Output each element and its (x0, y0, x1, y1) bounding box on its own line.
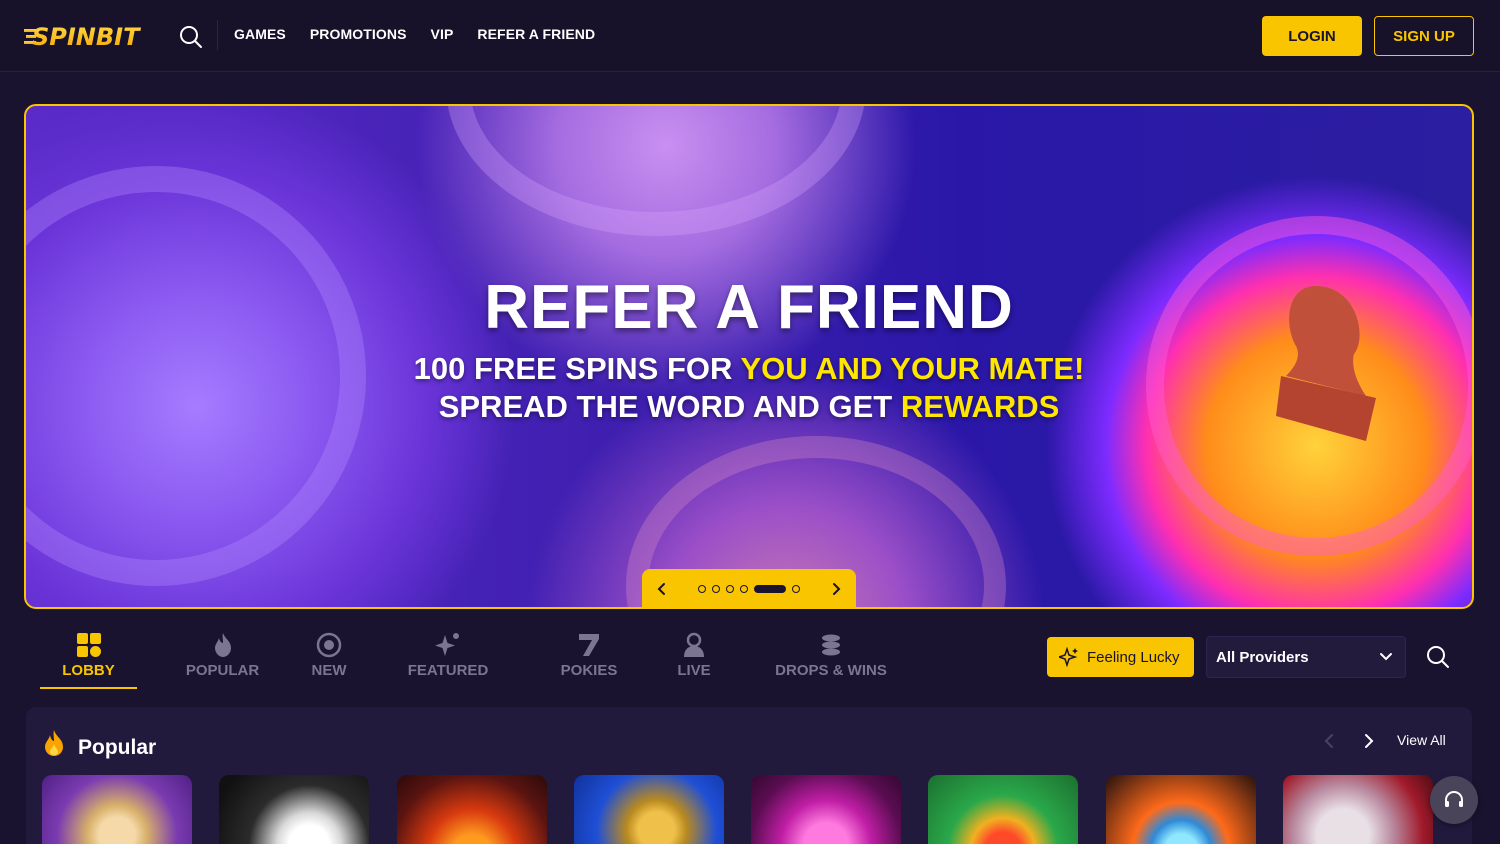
support-chat-button[interactable] (1430, 776, 1478, 824)
game-card-golden-coin[interactable] (928, 775, 1078, 844)
header-divider (217, 20, 218, 50)
fire-icon (45, 730, 63, 756)
tab-label: POPULAR (185, 662, 260, 679)
game-card-volcano[interactable] (397, 775, 547, 844)
fire-icon (214, 633, 231, 657)
chevron-left-icon[interactable] (654, 581, 670, 597)
tab-label: LOBBY (62, 662, 115, 679)
coin-decoration (446, 106, 866, 236)
tab-drops-wins[interactable]: DROPS & WINS (772, 630, 890, 688)
banner-title: REFER A FRIEND (484, 273, 1014, 342)
banner-line-1: 100 FREE SPINS FOR YOU AND YOUR MATE! (26, 351, 1472, 387)
nav-promotions[interactable]: PROMOTIONS (310, 26, 407, 42)
tab-lobby[interactable]: LOBBY (40, 630, 137, 689)
tab-label: LIVE (677, 662, 711, 679)
feeling-lucky-label: Feeling Lucky (1087, 648, 1180, 666)
providers-select[interactable]: All Providers (1206, 636, 1406, 678)
banner-line-1-highlight: YOU AND YOUR MATE! (740, 351, 1085, 386)
popular-section: Popular View All (26, 707, 1472, 844)
carousel-dot[interactable] (726, 585, 734, 593)
game-card-gem-flower[interactable] (751, 775, 901, 844)
banner-line-2: SPREAD THE WORD AND GET REWARDS (26, 389, 1472, 425)
tab-popular[interactable]: POPULAR (175, 630, 270, 688)
carousel-dots (698, 585, 800, 593)
carousel-dot[interactable] (698, 585, 706, 593)
signup-button[interactable]: SIGN UP (1374, 16, 1474, 56)
banner-line-2-highlight: REWARDS (900, 389, 1060, 424)
carousel-dot[interactable] (740, 585, 748, 593)
section-title: Popular (78, 736, 157, 759)
tab-new[interactable]: NEW (299, 630, 359, 688)
coins-stack-icon (822, 634, 840, 656)
chevron-right-icon[interactable] (1361, 732, 1377, 750)
tab-pokies[interactable]: POKIES (554, 630, 624, 688)
category-tabs: LOBBY POPULAR NEW FEATURED POKIES LIVE D… (40, 630, 890, 690)
nav-games[interactable]: GAMES (234, 26, 286, 42)
chevron-right-icon[interactable] (828, 581, 844, 597)
tab-live[interactable]: LIVE (669, 630, 719, 688)
providers-selected-value: All Providers (1216, 648, 1309, 666)
sparkle-icon (435, 633, 459, 656)
chevron-left-icon[interactable] (1321, 732, 1337, 750)
login-button[interactable]: LOGIN (1262, 16, 1362, 56)
svg-text:SPINBIT: SPINBIT (32, 23, 141, 49)
tab-label: FEATURED (407, 662, 489, 679)
seven-icon (579, 634, 599, 656)
game-card-steampunk[interactable] (574, 775, 724, 844)
main-nav: GAMES PROMOTIONS VIP REFER A FRIEND (234, 26, 595, 42)
tab-label: NEW (311, 662, 347, 679)
game-card-zeus[interactable] (42, 775, 192, 844)
new-icon (316, 632, 342, 658)
spinbit-logo[interactable]: SPINBIT (24, 23, 150, 49)
promo-banner[interactable]: REFER A FRIEND 100 FREE SPINS FOR YOU AN… (24, 104, 1474, 609)
game-search-icon[interactable] (1426, 645, 1450, 669)
carousel-dot[interactable] (792, 585, 800, 593)
nav-vip[interactable]: VIP (431, 26, 454, 42)
sparkle-icon (1059, 647, 1078, 667)
headset-icon (1445, 791, 1463, 807)
game-card-samurai[interactable] (1283, 775, 1433, 844)
feeling-lucky-button[interactable]: Feeling Lucky (1047, 637, 1194, 677)
chevron-down-icon (1380, 653, 1392, 661)
search-icon[interactable] (178, 24, 204, 50)
tab-featured[interactable]: FEATURED (404, 630, 492, 688)
carousel-dot-active[interactable] (754, 585, 786, 593)
game-card-cartoon-cat[interactable] (219, 775, 369, 844)
dealer-icon (684, 632, 704, 657)
nav-refer-a-friend[interactable]: REFER A FRIEND (477, 26, 595, 42)
carousel-dot[interactable] (712, 585, 720, 593)
banner-line-2-text: SPREAD THE WORD AND GET (438, 389, 901, 424)
top-header: SPINBIT GAMES PROMOTIONS VIP REFER A FRI… (0, 0, 1500, 72)
view-all-link[interactable]: View All (1397, 732, 1446, 748)
carousel-controls (642, 569, 856, 607)
tab-label: DROPS & WINS (775, 662, 887, 679)
banner-line-1-text: 100 FREE SPINS FOR (413, 351, 741, 386)
tab-label: POKIES (560, 662, 618, 679)
game-card-dragon-gem[interactable] (1106, 775, 1256, 844)
grid-icon (76, 633, 101, 657)
